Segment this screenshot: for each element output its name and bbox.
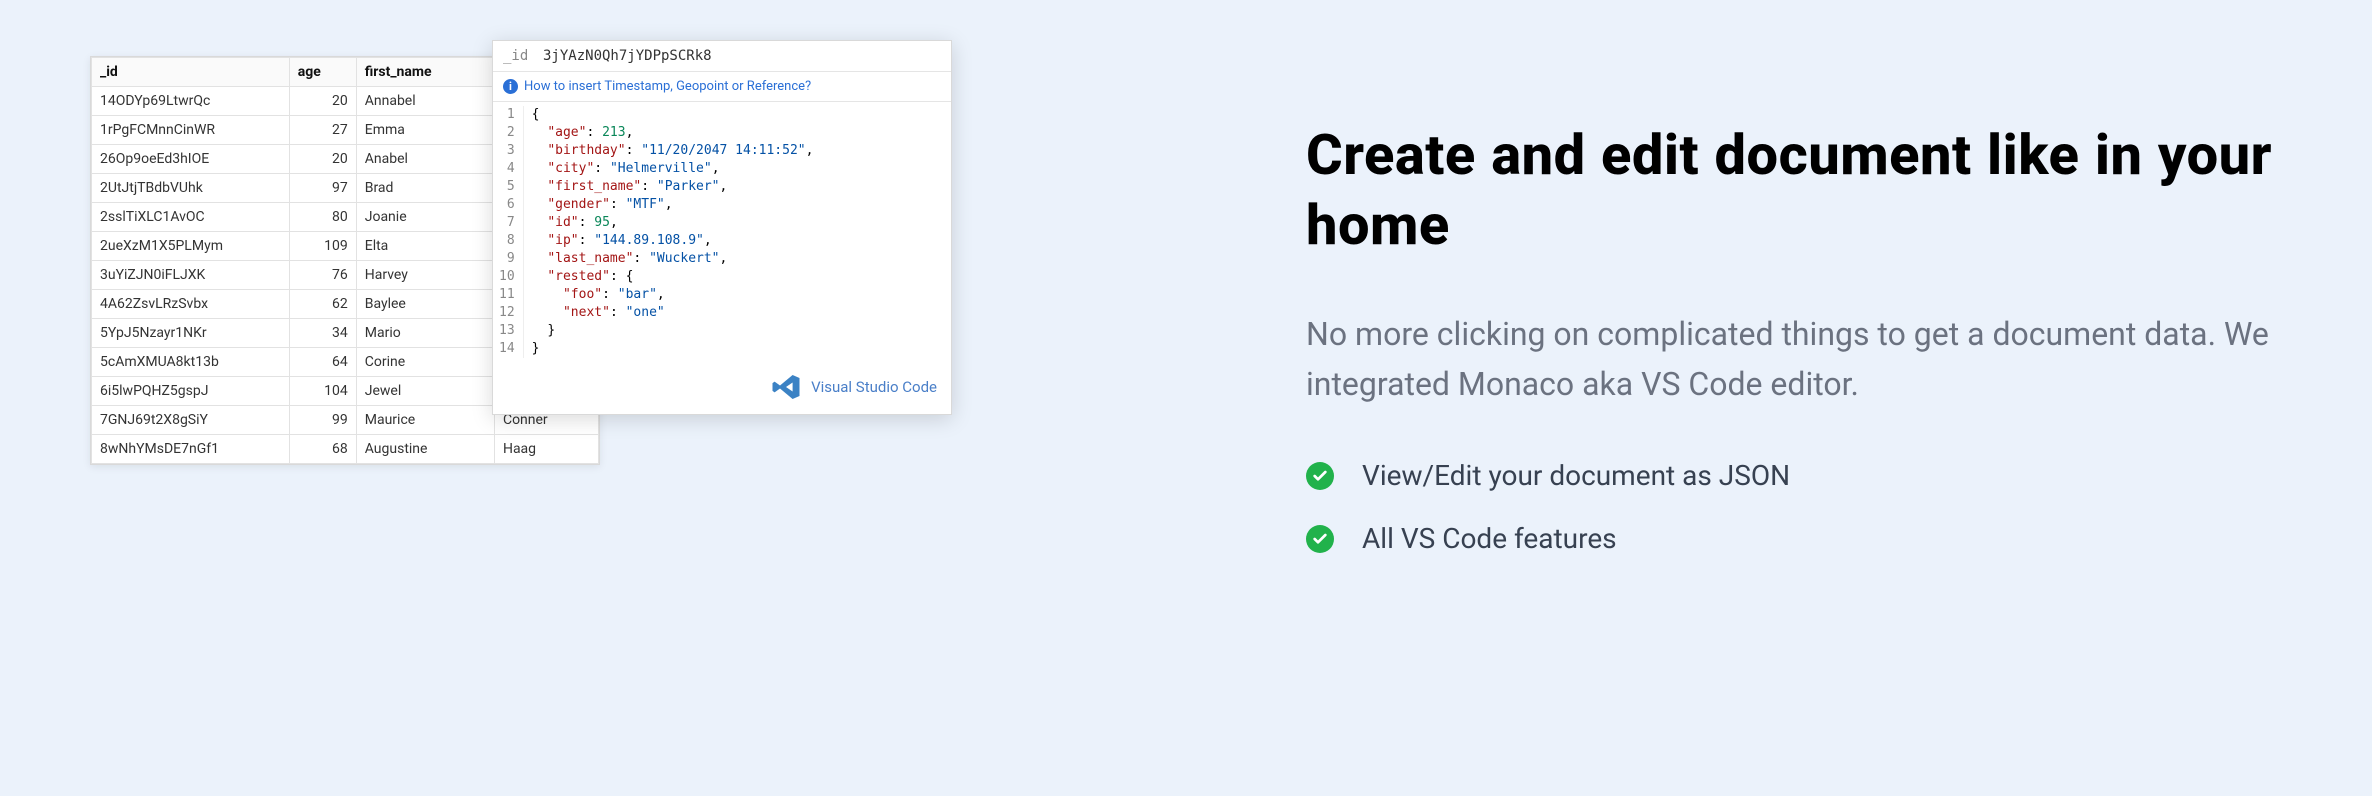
editor-help-text: How to insert Timestamp, Geopoint or Ref… — [524, 79, 811, 94]
cell-id: 3uYiZJN0iFLJXK — [92, 261, 290, 290]
editor-id-label: _id — [503, 48, 543, 64]
feature-list: View/Edit your document as JSON All VS C… — [1306, 459, 2272, 555]
cell-id: 14ODYp69LtwrQc — [92, 87, 290, 116]
marketing-copy: Create and edit document like in your ho… — [1186, 0, 2372, 796]
cell-first-name: Brad — [356, 174, 494, 203]
cell-first-name: Annabel — [356, 87, 494, 116]
cell-age: 104 — [289, 377, 356, 406]
code-content: { "age": 213, "birthday": "11/20/2047 14… — [524, 106, 822, 358]
cell-id: 1rPgFCMnnCinWR — [92, 116, 290, 145]
cell-id: 8wNhYMsDE7nGf1 — [92, 435, 290, 464]
code-editor[interactable]: 1234567891011121314 { "age": 213, "birth… — [493, 102, 951, 362]
editor-card: _id 3jYAzN0Qh7jYDPpSCRk8 i How to insert… — [492, 40, 952, 415]
editor-id-value: 3jYAzN0Qh7jYDPpSCRk8 — [543, 48, 712, 64]
col-id: _id — [92, 58, 290, 87]
editor-help-link[interactable]: i How to insert Timestamp, Geopoint or R… — [493, 72, 951, 102]
feature-text: All VS Code features — [1362, 522, 1617, 555]
cell-age: 62 — [289, 290, 356, 319]
vscode-brand: Visual Studio Code — [493, 362, 951, 414]
cell-id: 4A62ZsvLRzSvbx — [92, 290, 290, 319]
cell-id: 6i5lwPQHZ5gspJ — [92, 377, 290, 406]
line-gutter: 1234567891011121314 — [493, 106, 524, 358]
cell-first-name: Baylee — [356, 290, 494, 319]
feature-item: All VS Code features — [1306, 522, 2272, 555]
cell-id: 5cAmXMUA8kt13b — [92, 348, 290, 377]
cell-age: 20 — [289, 87, 356, 116]
cell-age: 97 — [289, 174, 356, 203]
cell-age: 109 — [289, 232, 356, 261]
page-paragraph: No more clicking on complicated things t… — [1306, 310, 2272, 409]
page-heading: Create and edit document like in your ho… — [1306, 120, 2272, 260]
cell-age: 64 — [289, 348, 356, 377]
cell-first-name: Corine — [356, 348, 494, 377]
cell-id: 7GNJ69t2X8gSiY — [92, 406, 290, 435]
cell-first-name: Emma — [356, 116, 494, 145]
cell-id: 26Op9oeEd3hIOE — [92, 145, 290, 174]
col-first-name: first_name — [356, 58, 494, 87]
cell-age: 34 — [289, 319, 356, 348]
cell-age: 80 — [289, 203, 356, 232]
cell-first-name: Maurice — [356, 406, 494, 435]
cell-age: 20 — [289, 145, 356, 174]
cell-first-name: Mario — [356, 319, 494, 348]
col-age: age — [289, 58, 356, 87]
cell-age: 76 — [289, 261, 356, 290]
cell-age: 27 — [289, 116, 356, 145]
cell-last-name: Haag — [494, 435, 598, 464]
vscode-icon — [771, 372, 801, 402]
cell-first-name: Anabel — [356, 145, 494, 174]
cell-first-name: Harvey — [356, 261, 494, 290]
feature-text: View/Edit your document as JSON — [1362, 459, 1790, 492]
cell-age: 68 — [289, 435, 356, 464]
table-row[interactable]: 8wNhYMsDE7nGf168AugustineHaag — [92, 435, 599, 464]
cell-first-name: Joanie — [356, 203, 494, 232]
cell-id: 2ueXzM1X5PLMym — [92, 232, 290, 261]
cell-first-name: Elta — [356, 232, 494, 261]
screenshot-preview: _id age first_name last_na 14ODYp69LtwrQ… — [0, 0, 1186, 796]
check-icon — [1306, 462, 1334, 490]
cell-first-name: Augustine — [356, 435, 494, 464]
cell-age: 99 — [289, 406, 356, 435]
vscode-brand-text: Visual Studio Code — [811, 378, 937, 396]
feature-item: View/Edit your document as JSON — [1306, 459, 2272, 492]
editor-id-row: _id 3jYAzN0Qh7jYDPpSCRk8 — [493, 41, 951, 72]
cell-first-name: Jewel — [356, 377, 494, 406]
cell-id: 2UtJtjTBdbVUhk — [92, 174, 290, 203]
check-icon — [1306, 525, 1334, 553]
cell-id: 2sslTiXLC1AvOC — [92, 203, 290, 232]
cell-id: 5YpJ5Nzayr1NKr — [92, 319, 290, 348]
info-icon: i — [503, 79, 518, 94]
